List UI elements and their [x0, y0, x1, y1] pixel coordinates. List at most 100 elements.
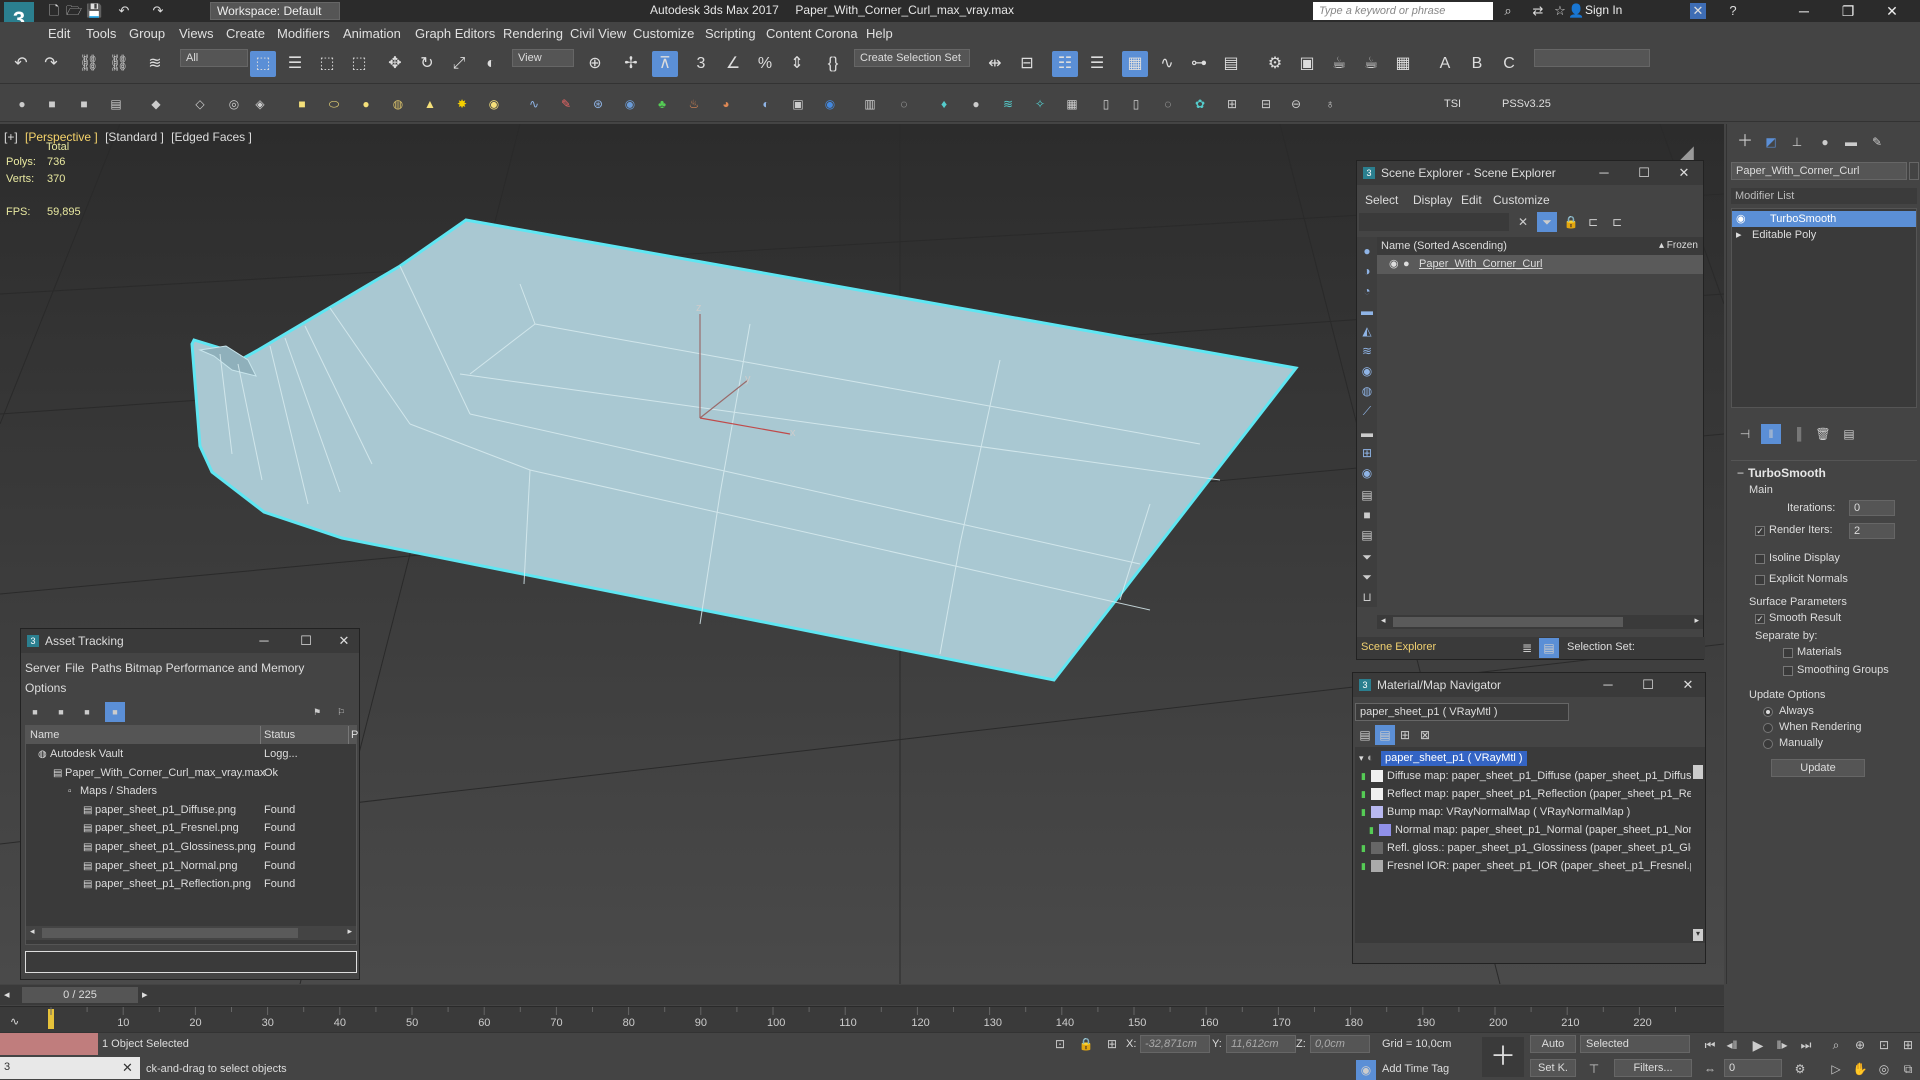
always-radio[interactable] — [1763, 707, 1773, 717]
se-menu-select[interactable]: Select — [1365, 193, 1398, 207]
particle-icon[interactable]: ◉ — [620, 94, 640, 114]
filter-groups-icon[interactable]: ◉ — [1357, 361, 1377, 381]
selection-lock-icon[interactable]: 🔒 — [1076, 1034, 1096, 1054]
eye-icon[interactable]: ◉ — [1736, 211, 1746, 227]
track-bar[interactable]: ∿ 10 20 30 40 50 60 70 80 90 100 110 120 130 140 150 16… — [0, 1006, 1724, 1032]
angle-snap-icon[interactable]: ∠ — [720, 51, 746, 77]
maximize-icon[interactable]: ☐ — [291, 629, 321, 653]
array-icon[interactable]: ▥ — [860, 94, 880, 114]
helper-icon[interactable]: ⊛ — [588, 94, 608, 114]
layers-icon[interactable]: ≣ — [1517, 638, 1537, 658]
shape-icon[interactable]: ✎ — [556, 94, 576, 114]
explicit-normals-checkbox[interactable] — [1755, 575, 1765, 585]
expand-all-icon[interactable]: ⊏ — [1607, 212, 1627, 232]
menu-edit[interactable]: Edit — [48, 26, 70, 41]
select-manipulate-icon[interactable]: ✢ — [618, 51, 644, 77]
list-icon[interactable]: ▤ — [1357, 525, 1377, 545]
large-icons-view-icon[interactable]: ⊠ — [1415, 725, 1435, 745]
pin-stack-icon[interactable]: ⊣ — [1735, 424, 1755, 444]
when-rendering-radio[interactable] — [1763, 723, 1773, 733]
key-mode-toggle-icon[interactable]: ⇔ — [1700, 1059, 1720, 1079]
at-tool-3-icon[interactable]: ■ — [77, 702, 97, 722]
render-production-icon[interactable]: ☕ — [1326, 51, 1352, 77]
materials-checkbox[interactable] — [1783, 648, 1793, 658]
se-menu-edit[interactable]: Edit — [1461, 193, 1482, 207]
vray-bulb-icon[interactable]: ♁ — [1320, 94, 1340, 114]
object-color-swatch[interactable] — [1909, 162, 1919, 180]
material-tree-gloss[interactable]: ▮ Refl. gloss.: paper_sheet_p1_Glossines… — [1357, 839, 1702, 858]
help-icon[interactable]: ? — [1725, 3, 1741, 19]
at-tool-2-icon[interactable]: ■ — [51, 702, 71, 722]
modify-tab-icon[interactable]: ◩ — [1761, 132, 1781, 152]
layer-explorer-icon[interactable]: ☰ — [1084, 51, 1110, 77]
menu-views[interactable]: Views — [179, 26, 213, 41]
asset-row[interactable]: ▤ paper_sheet_p1_Reflection.png Found — [26, 875, 356, 894]
tool-icon-5[interactable]: ◆ — [146, 94, 166, 114]
display-tab-icon[interactable]: ▬ — [1841, 132, 1861, 152]
smooth-result-checkbox[interactable]: ✓ — [1755, 614, 1765, 624]
key-filters-button[interactable]: Filters... — [1614, 1059, 1692, 1077]
tool-icon-1[interactable]: ● — [12, 94, 32, 114]
reference-coordinate-dropdown[interactable]: View — [512, 49, 574, 67]
grid-icon[interactable]: ▦ — [1390, 51, 1416, 77]
camera-icon[interactable]: ◐ — [756, 94, 776, 114]
display-invert-icon[interactable]: ◉ — [1357, 463, 1377, 483]
keyboard-shortcut-override-icon[interactable]: ⊼ — [652, 51, 678, 77]
iterations-spinner[interactable]: 0 — [1849, 500, 1895, 516]
list-view-icon[interactable]: ▤ — [1355, 725, 1375, 745]
close-icon[interactable]: ✕ — [122, 1060, 133, 1076]
named-selection-dropdown[interactable]: Create Selection Set — [854, 49, 970, 67]
isoline-checkbox[interactable] — [1755, 554, 1765, 564]
se-column-header[interactable]: Name (Sorted Ascending) ▴ Frozen — [1377, 237, 1703, 255]
z-coordinate-field[interactable]: 0,0cm — [1310, 1035, 1370, 1053]
maxscript-input[interactable]: 3 ✕ — [0, 1057, 140, 1079]
time-slider-thumb[interactable]: 0 / 225 — [22, 987, 138, 1003]
align-icon[interactable]: ⊟ — [1014, 51, 1040, 77]
vray-link-icon[interactable]: ⊖ — [1286, 94, 1306, 114]
minimize-icon[interactable]: ─ — [249, 629, 279, 653]
save-icon[interactable]: 💾 — [86, 3, 102, 19]
list-icons-view-icon[interactable]: ▤ — [1375, 725, 1395, 745]
menu-modifiers[interactable]: Modifiers — [277, 26, 330, 41]
spline-icon[interactable]: ∿ — [524, 94, 544, 114]
render-iterative-icon[interactable]: ☕ — [1358, 51, 1384, 77]
rendered-frame-window-icon[interactable]: ▣ — [1294, 51, 1320, 77]
maximize-icon[interactable]: ☐ — [1629, 161, 1659, 185]
orbit-icon[interactable]: ◎ — [1874, 1059, 1894, 1079]
vray-refresh-icon[interactable]: ◌ — [1158, 94, 1178, 114]
auto-key-button[interactable]: Auto — [1530, 1035, 1576, 1053]
update-button[interactable]: Update — [1771, 759, 1865, 777]
set-key-icon[interactable]: ＋ — [1482, 1037, 1524, 1077]
viewport-edged-faces-menu[interactable]: [Edged Faces ] — [171, 130, 252, 144]
time-next-icon[interactable]: ▸ — [142, 988, 148, 1001]
funnel2-icon[interactable]: ⏷ — [1357, 567, 1377, 587]
material-vertical-scrollbar[interactable]: ▾ — [1691, 747, 1705, 943]
menu-tools[interactable]: Tools — [86, 26, 116, 41]
smoothing-groups-checkbox[interactable] — [1783, 666, 1793, 676]
scene-explorer-toggle-icon[interactable]: ☷ — [1052, 51, 1078, 77]
material-tree-normal[interactable]: ▮ Normal map: paper_sheet_p1_Normal (pap… — [1357, 821, 1692, 840]
filter-cameras-icon[interactable]: ▬ — [1357, 301, 1377, 321]
lock-icon[interactable]: 🔒 — [1561, 212, 1581, 232]
unlink-icon[interactable]: ⛓ — [106, 51, 132, 77]
text-b-icon[interactable]: B — [1464, 51, 1490, 77]
display-none-icon[interactable]: ⊞ — [1357, 443, 1377, 463]
material-tree-diffuse[interactable]: ▮ Diffuse map: paper_sheet_p1_Diffuse (p… — [1357, 767, 1692, 786]
time-tag-icon[interactable]: ◉ — [1356, 1060, 1376, 1080]
camera-target-icon[interactable]: ▣ — [788, 94, 808, 114]
menu-graph-editors[interactable]: Graph Editors — [415, 26, 495, 41]
menu-help[interactable]: Help — [866, 26, 893, 41]
material-tree-fresnel[interactable]: ▮ Fresnel IOR: paper_sheet_p1_IOR (paper… — [1357, 857, 1696, 876]
render-setup-icon[interactable]: ⚙ — [1262, 51, 1288, 77]
zoom-icon[interactable]: ⌕ — [1826, 1035, 1846, 1055]
minimize-icon[interactable]: ─ — [1784, 2, 1824, 20]
cylinder-icon[interactable]: ⬭ — [324, 94, 344, 114]
x-coordinate-field[interactable]: -32,871cm — [1140, 1035, 1210, 1053]
physical-camera-icon[interactable]: ◉ — [820, 94, 840, 114]
zoom-extents-all-icon[interactable]: ⊞ — [1898, 1035, 1918, 1055]
at-tool-1-icon[interactable]: ■ — [25, 702, 45, 722]
se-search-field[interactable] — [1359, 213, 1509, 231]
at-tool-5-icon[interactable]: ⚑ — [307, 702, 327, 722]
filter-shapes-icon[interactable]: ◑ — [1357, 261, 1377, 281]
absolute-mode-icon[interactable]: ⊞ — [1102, 1034, 1122, 1054]
